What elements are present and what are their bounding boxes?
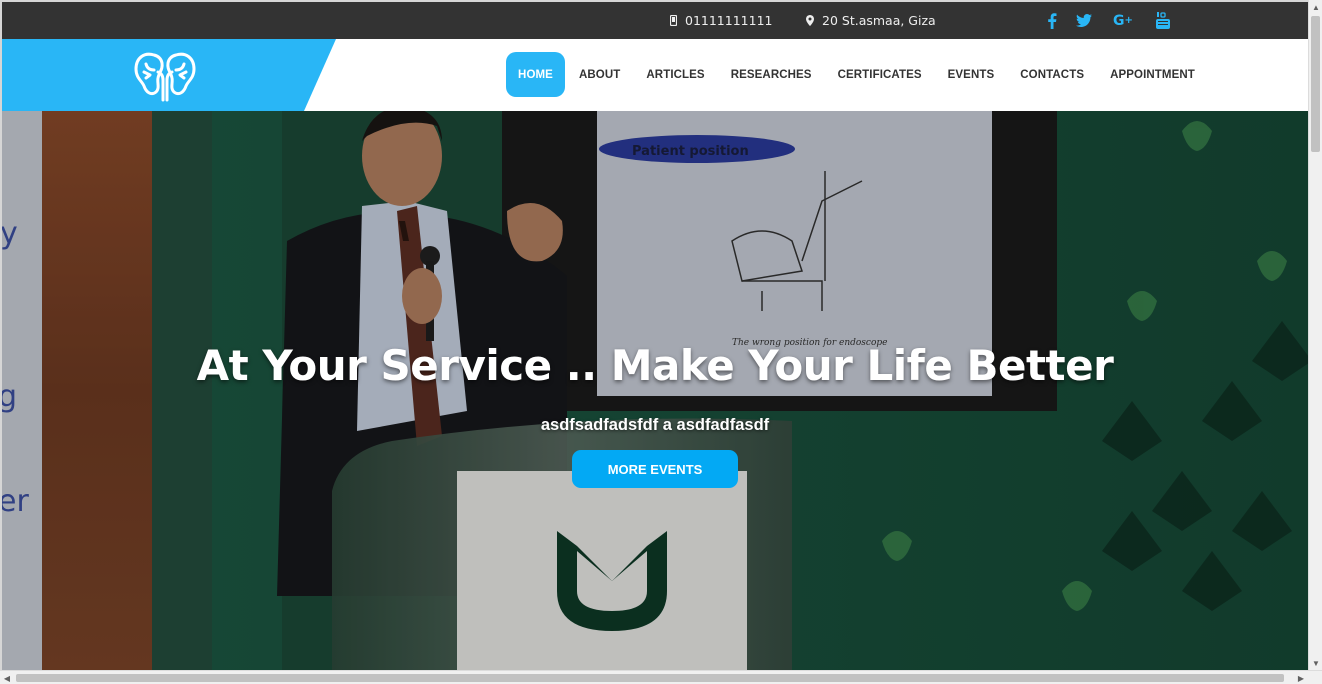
address-contact[interactable]: 20 St.asmaa, Giza (806, 2, 936, 39)
hero-slider: y g er Patient position The wrong positi… (2, 111, 1308, 670)
nav-certificates[interactable]: CERTIFICATES (825, 52, 935, 97)
horizontal-scroll-thumb[interactable] (16, 674, 1284, 682)
twitter-link[interactable] (1073, 2, 1095, 39)
scroll-down-arrow-icon[interactable]: ▼ (1309, 656, 1322, 670)
scroll-left-arrow-icon[interactable]: ◀ (0, 671, 14, 684)
nav-appointment[interactable]: APPOINTMENT (1097, 52, 1208, 97)
nav-researches[interactable]: RESEARCHES (718, 52, 825, 97)
youtube-icon (1152, 10, 1174, 32)
map-marker-icon (806, 15, 814, 26)
twitter-icon (1073, 10, 1095, 32)
scroll-right-arrow-icon[interactable]: ▶ (1294, 671, 1308, 684)
logo-area[interactable] (2, 39, 336, 111)
phone-contact[interactable]: 01111111111 (670, 2, 772, 39)
nav-contacts[interactable]: CONTACTS (1007, 52, 1097, 97)
main-menu: HOME ABOUT ARTICLES RESEARCHES CERTIFICA… (506, 52, 1208, 97)
address-text: 20 St.asmaa, Giza (822, 13, 936, 28)
facebook-icon (1041, 10, 1063, 32)
nav-about[interactable]: ABOUT (566, 52, 633, 97)
hero-subtitle: asdfsadfadsfdf a asdfadfasdf (540, 416, 770, 434)
main-navbar: HOME ABOUT ARTICLES RESEARCHES CERTIFICA… (2, 39, 1308, 111)
youtube-link[interactable] (1152, 2, 1174, 39)
phone-number: 01111111111 (685, 13, 773, 28)
google-plus-icon: G + (1113, 12, 1133, 29)
scroll-up-arrow-icon[interactable]: ▲ (1309, 0, 1322, 14)
top-info-bar: 01111111111 20 St.asmaa, Giza G + (2, 2, 1308, 39)
vertical-scrollbar[interactable]: ▲ ▼ (1308, 0, 1322, 670)
nav-events[interactable]: EVENTS (935, 52, 1008, 97)
vertical-scroll-thumb[interactable] (1311, 16, 1320, 152)
google-plus-link[interactable]: G + (1110, 2, 1136, 39)
mobile-phone-icon (670, 15, 677, 26)
kidneys-logo-icon (134, 52, 196, 102)
nav-articles[interactable]: ARTICLES (633, 52, 717, 97)
nav-home[interactable]: HOME (506, 52, 565, 97)
facebook-link[interactable] (1041, 2, 1063, 39)
horizontal-scrollbar[interactable]: ◀ ▶ (0, 670, 1322, 684)
more-events-button[interactable]: MORE EVENTS (572, 450, 738, 488)
hero-dark-overlay (2, 111, 1308, 670)
hero-title: At Your Service .. Make Your Life Better (196, 341, 1114, 390)
